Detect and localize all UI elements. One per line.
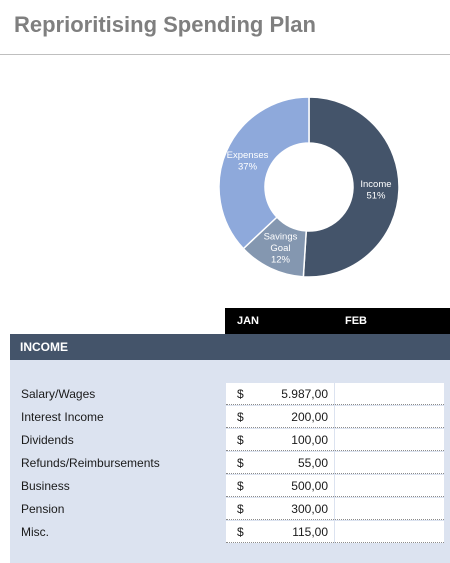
donut-chart: Income 51%Savings Goal 12%Expenses 37% [218,96,400,278]
feb-amount-cell[interactable] [335,383,444,405]
jan-amount-cell[interactable]: $300,00 [226,498,334,520]
amount-value: 5.987,00 [281,387,328,401]
income-row-label: Pension [21,502,65,516]
currency-symbol: $ [237,410,244,424]
currency-symbol: $ [237,525,244,539]
month-header-bar: JAN FEB [225,308,450,334]
feb-amount-cell[interactable] [335,429,444,451]
amount-value: 200,00 [291,410,328,424]
income-row-label: Interest Income [21,410,104,424]
currency-symbol: $ [237,479,244,493]
amount-value: 115,00 [292,525,328,539]
amount-value: 300,00 [291,502,328,516]
month-feb-header: FEB [345,315,367,327]
currency-symbol: $ [237,502,244,516]
feb-amount-cell[interactable] [335,452,444,474]
jan-amount-cell[interactable]: $200,00 [226,406,334,428]
feb-amount-cell[interactable] [335,406,444,428]
jan-amount-cell[interactable]: $500,00 [226,475,334,497]
amount-value: 55,00 [297,456,328,470]
jan-amount-cell[interactable]: $115,00 [226,521,334,543]
income-row-label: Business [21,479,70,493]
feb-amount-cell[interactable] [335,475,444,497]
income-row-label: Refunds/Reimbursements [21,456,160,470]
donut-slice-2 [218,96,310,250]
income-row-label: Dividends [21,433,74,447]
feb-amount-cell[interactable] [335,498,444,520]
income-section-header: INCOME [10,334,450,360]
currency-symbol: $ [237,387,244,401]
currency-symbol: $ [237,433,244,447]
income-row-label: Salary/Wages [21,387,96,401]
jan-amount-cell[interactable]: $55,00 [226,452,334,474]
amount-value: 500,00 [291,479,328,493]
jan-amount-cell[interactable]: $100,00 [226,429,334,451]
month-jan-header: JAN [237,315,260,327]
feb-amount-cell[interactable] [335,521,444,543]
amount-value: 100,00 [291,433,328,447]
income-row-label: Misc. [21,525,49,539]
currency-symbol: $ [237,456,244,470]
jan-amount-cell[interactable]: $5.987,00 [226,383,334,405]
